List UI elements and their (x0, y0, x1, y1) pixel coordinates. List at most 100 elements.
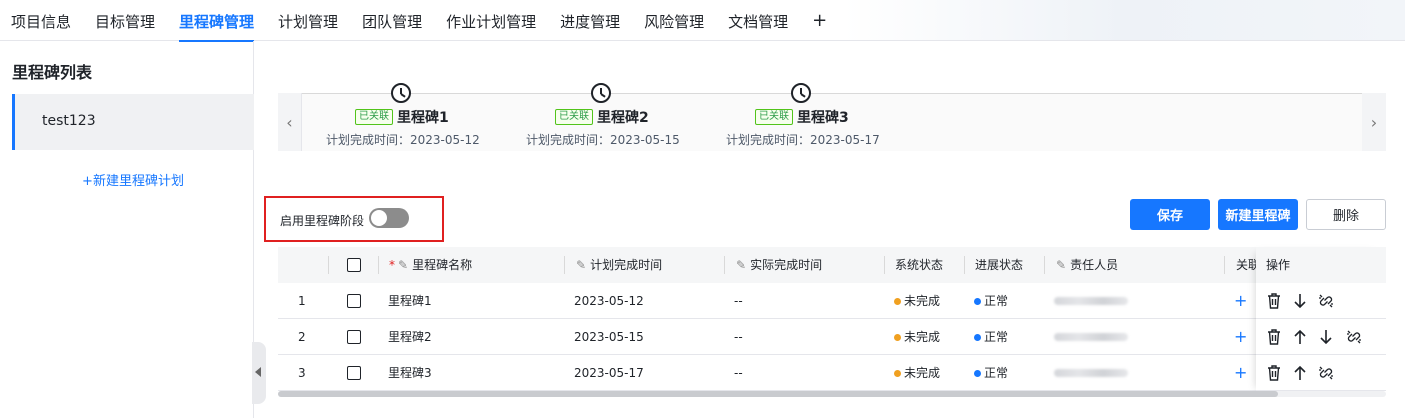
progress-status-text: 正常 (984, 330, 1009, 344)
system-status-cell: 未完成 (894, 319, 940, 355)
edit-pencil-icon: ✎ (736, 258, 747, 272)
unlink-icon[interactable] (1318, 292, 1334, 310)
milestone-table: * ✎ 里程碑名称 ✎ 计划完成时间 ✎ 实际完成时间 系统状态 进展状态 ✎ 责任人员 … (278, 247, 1386, 397)
status-dot (894, 298, 901, 305)
edit-pencil-icon: ✎ (398, 258, 409, 272)
ops-row (1256, 355, 1386, 391)
clock-icon (391, 83, 411, 103)
column-divider (964, 256, 965, 274)
ops-row (1256, 319, 1386, 355)
sidebar-collapse-handle[interactable] (252, 342, 266, 404)
stage-toggle-switch[interactable] (369, 208, 409, 228)
table-row[interactable]: 1 里程碑1 2023-05-12 -- 未完成 正常 + (278, 283, 1386, 319)
new-milestone-plan-link[interactable]: +新建里程碑计划 (0, 170, 266, 189)
timeline-prev-button[interactable]: ‹ (278, 93, 302, 151)
horizontal-scrollbar-thumb[interactable] (278, 391, 1278, 397)
unlink-icon[interactable] (1318, 364, 1334, 382)
arrow-down-icon[interactable] (1318, 328, 1334, 346)
timeline-milestone-name: 里程碑2 (597, 110, 649, 126)
system-status-text: 未完成 (904, 330, 941, 344)
timeline-milestone-date: 计划完成时间：2023-05-17 (726, 133, 880, 147)
owner-blurred[interactable] (1054, 333, 1128, 341)
timeline-next-button[interactable]: › (1362, 93, 1386, 151)
trash-icon[interactable] (1266, 292, 1282, 310)
column-header-system-status[interactable]: 系统状态 (895, 247, 943, 283)
tab-goal-management[interactable]: 目标管理 (83, 0, 167, 41)
tab-plan-management[interactable]: 计划管理 (266, 0, 350, 41)
status-dot (894, 334, 901, 341)
table-row[interactable]: 2 里程碑2 2023-05-15 -- 未完成 正常 + (278, 319, 1386, 355)
top-navigation: 项目信息 目标管理 里程碑管理 计划管理 团队管理 作业计划管理 进度管理 风险… (0, 0, 1405, 42)
column-header-related[interactable]: 关联 (1236, 247, 1256, 283)
owner-blurred[interactable] (1054, 297, 1128, 305)
milestone-timeline: ‹ 已关联 里程碑1 计划完成时间：2023-05-12 已关联 里程碑2 计划… (278, 83, 1386, 151)
required-mark: * (389, 258, 395, 272)
progress-status-cell: 正常 (974, 283, 1008, 319)
arrow-up-icon[interactable] (1292, 328, 1308, 346)
row-checkbox[interactable] (347, 294, 361, 308)
delete-button[interactable]: 删除 (1306, 199, 1386, 230)
column-header-actual[interactable]: ✎ 实际完成时间 (736, 247, 822, 283)
edit-pencil-icon: ✎ (576, 258, 587, 272)
milestone-plan-item[interactable]: test123 (12, 94, 254, 150)
planned-date-cell[interactable]: 2023-05-12 (574, 283, 644, 319)
actual-date-cell[interactable]: -- (734, 319, 743, 355)
table-row[interactable]: 3 里程碑3 2023-05-17 -- 未完成 正常 + (278, 355, 1386, 391)
column-header-owner[interactable]: ✎ 责任人员 (1056, 247, 1118, 283)
row-checkbox[interactable] (347, 330, 361, 344)
tab-project-info[interactable]: 项目信息 (0, 0, 83, 41)
milestone-name-cell[interactable]: 里程碑3 (388, 355, 432, 391)
arrow-down-icon[interactable] (1292, 292, 1308, 310)
column-header-label: 实际完成时间 (750, 258, 823, 272)
planned-date-cell[interactable]: 2023-05-15 (574, 319, 644, 355)
column-divider (378, 256, 379, 274)
actual-date-cell[interactable]: -- (734, 283, 743, 319)
add-related-button[interactable]: + (1234, 319, 1247, 355)
stage-toggle-highlight: 启用里程碑阶段 (264, 196, 444, 242)
edit-pencil-icon: ✎ (1056, 258, 1067, 272)
operations-column: 操作 (1256, 247, 1386, 394)
timeline-milestone-name: 里程碑1 (397, 110, 449, 126)
status-dot (974, 370, 981, 377)
column-header-planned[interactable]: ✎ 计划完成时间 (576, 247, 662, 283)
planned-date-cell[interactable]: 2023-05-17 (574, 355, 644, 391)
milestone-list-panel: 里程碑列表 test123 +新建里程碑计划 (0, 41, 254, 418)
column-divider (724, 256, 725, 274)
unlink-icon[interactable] (1346, 328, 1362, 346)
select-all-checkbox[interactable] (347, 258, 361, 272)
column-header-label: 里程碑名称 (412, 258, 473, 272)
tab-progress-management[interactable]: 进度管理 (548, 0, 632, 41)
milestone-plan-item-label: test123 (42, 113, 96, 129)
column-header-progress-status[interactable]: 进展状态 (975, 247, 1023, 283)
trash-icon[interactable] (1266, 364, 1282, 382)
status-dot (894, 370, 901, 377)
system-status-text: 未完成 (904, 366, 941, 380)
row-checkbox[interactable] (347, 366, 361, 380)
column-header-name[interactable]: * ✎ 里程碑名称 (389, 247, 472, 283)
owner-blurred[interactable] (1054, 369, 1128, 377)
tab-team-management[interactable]: 团队管理 (350, 0, 434, 41)
tab-milestone-management[interactable]: 里程碑管理 (167, 0, 266, 42)
timeline-track: 已关联 里程碑1 计划完成时间：2023-05-12 已关联 里程碑2 计划完成… (302, 83, 1362, 151)
trash-icon[interactable] (1266, 328, 1282, 346)
column-header-label: 计划完成时间 (590, 258, 663, 272)
new-milestone-button[interactable]: 新建里程碑 (1218, 199, 1298, 230)
add-tab-button[interactable]: + (800, 0, 839, 41)
actual-date-cell[interactable]: -- (734, 355, 743, 391)
column-divider (884, 256, 885, 274)
table-header: * ✎ 里程碑名称 ✎ 计划完成时间 ✎ 实际完成时间 系统状态 进展状态 ✎ 责任人员 … (278, 247, 1386, 283)
tab-work-plan-management[interactable]: 作业计划管理 (434, 0, 548, 41)
add-related-button[interactable]: + (1234, 355, 1247, 391)
tab-document-management[interactable]: 文档管理 (716, 0, 800, 41)
row-index: 2 (298, 330, 306, 344)
save-button[interactable]: 保存 (1130, 199, 1210, 230)
tab-risk-management[interactable]: 风险管理 (632, 0, 716, 41)
column-header-label: 责任人员 (1070, 258, 1119, 272)
milestone-name-cell[interactable]: 里程碑1 (388, 283, 432, 319)
clock-icon (791, 83, 811, 103)
column-header-ops: 操作 (1256, 247, 1386, 283)
system-status-text: 未完成 (904, 294, 941, 308)
arrow-up-icon[interactable] (1292, 364, 1308, 382)
milestone-name-cell[interactable]: 里程碑2 (388, 319, 432, 355)
add-related-button[interactable]: + (1234, 283, 1247, 319)
